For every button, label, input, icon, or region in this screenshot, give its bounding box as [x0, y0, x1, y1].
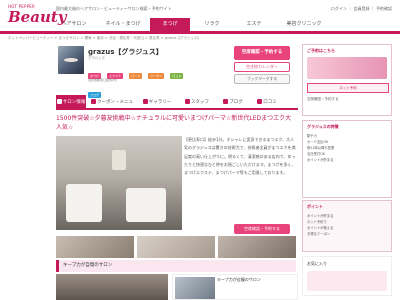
nav-item-clinic[interactable]: 美容クリニック [276, 18, 332, 31]
site-logo[interactable]: HOT PEPPER Beauty [8, 4, 67, 26]
point-item: お得なクーポン [307, 232, 331, 236]
bookmark-button[interactable]: ブックマークする [234, 74, 290, 84]
salon-intro-text: 【恵比寿口】徒歩1分。オシャレに変身できるまつエク、大人気のグラジュスは驚きの技… [184, 137, 296, 176]
chair-shape [66, 184, 102, 222]
sidebar-points-box: ポイント ポイントが貯まる ネット予約で ポイントが使える お得なクーポン [302, 200, 392, 252]
reserve-button[interactable]: 空席確認・予約する [234, 46, 290, 60]
sidebar-reserve-box: ご予約はこちら ネット予約 空席確認・予約する [302, 44, 392, 116]
feature-item: ポイントが貯まる [307, 158, 334, 162]
tab-gallery[interactable]: ギャラリー [138, 95, 176, 110]
tab-coupon-menu[interactable]: クーポン・メニュー [90, 95, 134, 120]
nav-item-esthe[interactable]: エステ [234, 18, 274, 31]
feature-card-image [175, 277, 215, 299]
lamp-shape [112, 150, 126, 170]
tab-blog[interactable]: ブログ [218, 95, 248, 110]
chair-shape [126, 188, 166, 222]
nav-item-eyelash[interactable]: まつげ [150, 18, 190, 31]
tab-label: スタッフ [191, 100, 209, 105]
calendar-button[interactable]: 空き枠カレンダー [234, 62, 290, 72]
salon-tabs: サロン情報 クーポン・メニュー ギャラリー スタッフ ブログ 口コミ [56, 92, 298, 120]
tab-label: ブログ [229, 100, 243, 105]
sidebar-net-reserve-button[interactable]: ネット予約 [307, 83, 389, 93]
section-heading: キープ力が自慢のサロン [56, 260, 296, 272]
tab-label: サロン情報 [62, 100, 86, 105]
nav-item-hair[interactable]: ヘアサロン [52, 18, 96, 31]
photo-thumbnails [56, 236, 296, 258]
salon-interior-photo[interactable] [56, 136, 182, 230]
thumbnail-image[interactable] [56, 236, 134, 258]
thumbnail-image[interactable] [137, 236, 215, 258]
sidebar-favorite-title: お気に入り [307, 261, 327, 266]
person-icon [185, 99, 190, 104]
salon-kana: グラジュス [88, 56, 106, 60]
tab-reviews[interactable]: 口コミ [252, 95, 282, 110]
nav-item-relax[interactable]: リラク [192, 18, 232, 31]
speech-icon [257, 99, 263, 104]
section-photo[interactable] [56, 274, 168, 300]
thumbnail-image[interactable] [218, 236, 296, 258]
salon-catchphrase: 1500件突破☆夕暮友挑戦中☆ナチュラルに可愛いまつげパーマ☆新世代LEDまつエ… [56, 115, 292, 131]
sidebar-features-box: グラジュスの特徴 駅チカ カード支払OK 夜21時以降も営業 当日受付OK ポイ… [302, 120, 392, 198]
sidebar-points-title: ポイント [307, 204, 323, 209]
coupon-icon [91, 99, 96, 104]
reserve-button-secondary[interactable]: 空席確認・予約する [234, 224, 290, 234]
pen-icon [223, 99, 229, 104]
header-links[interactable]: ログイン ｜ 会員登録 ｜ 予約確認 [331, 6, 392, 12]
tab-staff[interactable]: スタッフ [180, 95, 214, 110]
home-icon [56, 99, 62, 104]
sidebar-features-list: 駅チカ カード支払OK 夜21時以降も営業 当日受付OK ポイントが貯まる [307, 133, 391, 163]
feature-card[interactable]: キープ力が自慢のサロン [172, 274, 298, 300]
sidebar-banner-image[interactable] [307, 57, 387, 79]
sidebar-reserve-link[interactable]: 空席確認・予約する [307, 97, 339, 102]
site-tagline: 国内最大級のヘアサロン・ビューティーサロン検索・予約サイト [56, 6, 172, 11]
sidebar-favorite-banner [307, 271, 387, 291]
breadcrumb[interactable]: ホットペッパービューティー > まつげサロン > 関東 > 東京 > 渋谷・恵比… [8, 36, 392, 41]
tab-label: ギャラリー [148, 100, 172, 105]
tab-salon-info[interactable]: サロン情報 [56, 95, 86, 110]
header-bar [0, 31, 400, 34]
feature-card-title: キープ力が自慢のサロン [217, 277, 261, 282]
salon-access: 恵比寿駅東口徒歩2分 [88, 78, 117, 82]
nav-item-nail[interactable]: ネイル・まつげ [98, 18, 148, 31]
sidebar-features-title: グラジュスの特徴 [307, 124, 339, 129]
global-nav: ヘアサロン ネイル・まつげ まつげ リラク エステ 美容クリニック [52, 18, 400, 31]
tab-label: 口コミ [263, 100, 277, 105]
sidebar-reserve-title: ご予約はこちら [307, 48, 335, 53]
camera-icon [142, 99, 148, 104]
sidebar-favorite-box[interactable]: お気に入り [302, 256, 392, 296]
sidebar-points-list: ポイントが貯まる ネット予約で ポイントが使える お得なクーポン [307, 213, 391, 237]
salon-thumbnail [58, 46, 84, 74]
